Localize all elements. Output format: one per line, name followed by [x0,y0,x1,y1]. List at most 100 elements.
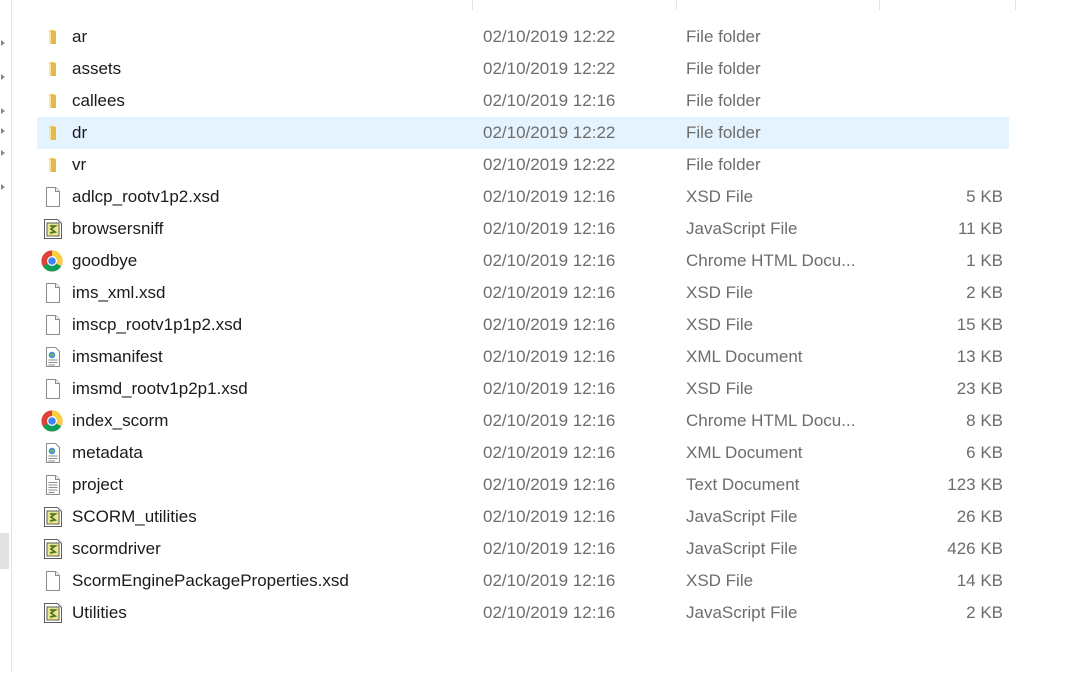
file-size: 8 KB [966,411,1003,430]
chevron-right-icon[interactable] [1,150,5,156]
blank-file-icon [43,315,63,335]
file-row[interactable]: imsmanifest 02/10/2019 12:16 XML Document 1… [37,341,1009,373]
javascript-file-icon [43,507,63,527]
text-file-icon [43,475,63,495]
file-name: vr [72,155,87,174]
navigation-pane [0,0,12,673]
column-header-strip [12,0,1017,11]
date-modified: 02/10/2019 12:16 [483,91,616,110]
file-type: XSD File [686,283,754,302]
chrome-icon [41,410,63,432]
file-name: callees [72,91,125,110]
column-divider[interactable] [472,0,473,10]
file-size: 6 KB [966,443,1003,462]
file-size: 23 KB [956,379,1003,398]
chevron-right-icon[interactable] [1,74,5,80]
folder-row[interactable]: ar 02/10/2019 12:22 File folder [37,21,1009,53]
file-name: imsmanifest [72,347,163,366]
date-modified: 02/10/2019 12:16 [483,475,616,494]
file-size: 26 KB [956,507,1003,526]
file-row[interactable]: imscp_rootv1p1p2.xsd 02/10/2019 12:16 XSD … [37,309,1009,341]
chevron-right-icon[interactable] [1,108,5,114]
file-row[interactable]: goodbye 02/10/2019 12:16 Chrome HTML Docu.… [37,245,1009,277]
xml-file-icon [43,347,63,367]
folder-row[interactable]: dr 02/10/2019 12:22 File folder [37,117,1009,149]
file-row[interactable]: adlcp_rootv1p2.xsd 02/10/2019 12:16 XSD Fi… [37,181,1009,213]
file-name: ScormEnginePackageProperties.xsd [72,571,349,590]
date-modified: 02/10/2019 12:16 [483,315,616,334]
file-type: XSD File [686,379,754,398]
file-type: Chrome HTML Docu... [686,251,856,270]
date-modified: 02/10/2019 12:22 [483,155,616,174]
folder-icon [43,155,63,175]
file-row[interactable]: browsersniff 02/10/2019 12:16 JavaScript F… [37,213,1009,245]
file-type: JavaScript File [686,539,798,558]
date-modified: 02/10/2019 12:16 [483,507,616,526]
javascript-file-icon [43,539,63,559]
file-row[interactable]: scormdriver 02/10/2019 12:16 JavaScript Fi… [37,533,1009,565]
folder-icon [43,59,63,79]
chevron-right-icon[interactable] [1,40,5,46]
file-row[interactable]: SCORM_utilities 02/10/2019 12:16 JavaScrip… [37,501,1009,533]
file-name: imsmd_rootv1p2p1.xsd [72,379,248,398]
navigation-pane-scrollbar[interactable] [0,533,9,569]
blank-file-icon [43,379,63,399]
xml-file-icon [43,443,63,463]
file-size: 123 KB [947,475,1003,494]
folder-icon [43,27,63,47]
file-size: 14 KB [956,571,1003,590]
file-type: Text Document [686,475,800,494]
file-type: XSD File [686,315,754,334]
chevron-right-icon[interactable] [1,184,5,190]
column-divider[interactable] [676,0,677,10]
list-edge [1015,0,1016,10]
file-name: project [72,475,124,494]
file-row[interactable]: index_scorm 02/10/2019 12:16 Chrome HTML D… [37,405,1009,437]
file-row[interactable]: project 02/10/2019 12:16 Text Document 123 … [37,469,1009,501]
file-name: browsersniff [72,219,164,238]
date-modified: 02/10/2019 12:16 [483,187,616,206]
file-name: imscp_rootv1p1p2.xsd [72,315,243,334]
file-row[interactable]: Utilities 02/10/2019 12:16 JavaScript File… [37,597,1009,629]
file-row[interactable]: ims_xml.xsd 02/10/2019 12:16 XSD File 2 KB [37,277,1009,309]
file-size: 426 KB [947,539,1003,558]
date-modified: 02/10/2019 12:16 [483,347,616,366]
date-modified: 02/10/2019 12:22 [483,27,616,46]
file-type: Chrome HTML Docu... [686,411,856,430]
date-modified: 02/10/2019 12:16 [483,251,616,270]
file-type: File folder [686,59,761,78]
file-row[interactable]: imsmd_rootv1p2p1.xsd 02/10/2019 12:16 XSD … [37,373,1009,405]
file-name: ims_xml.xsd [72,283,166,302]
blank-file-icon [43,187,63,207]
date-modified: 02/10/2019 12:16 [483,219,616,238]
file-size: 13 KB [956,347,1003,366]
file-name: assets [72,59,122,78]
file-name: adlcp_rootv1p2.xsd [72,187,220,206]
date-modified: 02/10/2019 12:22 [483,59,616,78]
file-size: 15 KB [956,315,1003,334]
file-type: File folder [686,123,761,142]
file-type: XSD File [686,571,754,590]
file-type: JavaScript File [686,507,798,526]
date-modified: 02/10/2019 12:16 [483,443,616,462]
file-row[interactable]: ScormEnginePackageProperties.xsd 02/10/20… [37,565,1009,597]
file-type: File folder [686,27,761,46]
file-size: 2 KB [966,603,1003,622]
date-modified: 02/10/2019 12:16 [483,571,616,590]
file-type: XSD File [686,187,754,206]
file-name: scormdriver [72,539,161,558]
chevron-right-icon[interactable] [1,128,5,134]
folder-row[interactable]: assets 02/10/2019 12:22 File folder [37,53,1009,85]
file-name: dr [72,123,88,142]
column-divider[interactable] [879,0,880,10]
folder-icon [43,123,63,143]
date-modified: 02/10/2019 12:16 [483,411,616,430]
date-modified: 02/10/2019 12:16 [483,603,616,622]
file-name: index_scorm [72,411,169,430]
file-type: JavaScript File [686,219,798,238]
folder-row[interactable]: vr 02/10/2019 12:22 File folder [37,149,1009,181]
file-row[interactable]: metadata 02/10/2019 12:16 XML Document 6 KB [37,437,1009,469]
folder-row[interactable]: callees 02/10/2019 12:16 File folder [37,85,1009,117]
file-size: 11 KB [957,219,1003,238]
file-type: JavaScript File [686,603,798,622]
